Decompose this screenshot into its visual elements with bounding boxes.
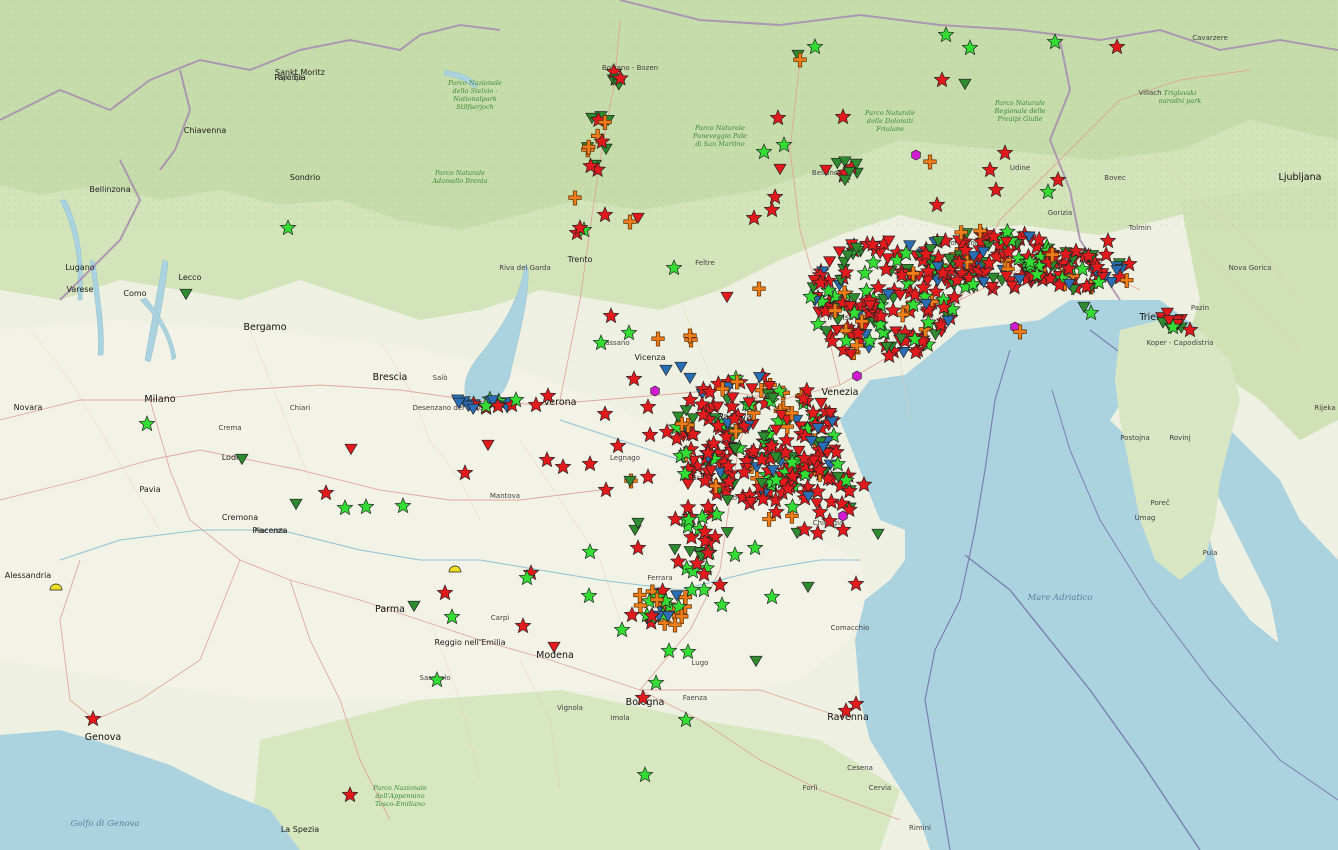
place-label: Bergamo bbox=[243, 322, 286, 333]
place-label: Rimini bbox=[909, 824, 931, 832]
place-label: Pula bbox=[1203, 549, 1218, 557]
park-label: Parco Naturale bbox=[694, 124, 745, 132]
place-label: Modena bbox=[536, 650, 574, 661]
place-label: Villach bbox=[1138, 89, 1161, 97]
place-label: Alessandria bbox=[5, 571, 52, 580]
park-label: narodni park bbox=[1159, 97, 1202, 105]
place-label: Cervia bbox=[869, 784, 891, 792]
park-label: Tosco-Emiliano bbox=[375, 800, 425, 808]
place-label: Sondrio bbox=[290, 173, 321, 182]
place-label: Pavia bbox=[139, 485, 160, 494]
place-label: Forlì bbox=[803, 784, 818, 792]
place-label: Legnago bbox=[610, 454, 640, 462]
place-label: Bellinzona bbox=[89, 185, 130, 194]
map-svg[interactable]: Parc ElaSankt MoritzChiavennaSondrioBell… bbox=[0, 0, 1338, 850]
magenta-hexagon-marker[interactable] bbox=[838, 510, 848, 522]
place-label: Rovinj bbox=[1169, 434, 1190, 442]
place-label: Riva del Garda bbox=[499, 264, 551, 272]
place-label: Milano bbox=[144, 394, 175, 405]
place-label: Trento bbox=[567, 255, 593, 264]
park-label: Parco Naturale bbox=[434, 169, 485, 177]
place-label: Cesena bbox=[847, 764, 873, 772]
park-label: dello Stelvio - bbox=[452, 87, 497, 95]
place-label: Carpi bbox=[491, 614, 509, 622]
park-label: Parco Naturale bbox=[994, 99, 1045, 107]
park-label: Adamello Brenta bbox=[431, 177, 487, 185]
place-label: Poreč bbox=[1150, 499, 1169, 507]
place-label: Vicenza bbox=[634, 353, 665, 362]
place-label: Venezia bbox=[822, 387, 859, 398]
place-label: Genova bbox=[85, 732, 121, 743]
place-label: Parma bbox=[375, 604, 405, 615]
place-label: Comacchio bbox=[831, 624, 870, 632]
place-label: Postojna bbox=[1120, 434, 1150, 442]
place-label: Vignola bbox=[557, 704, 583, 712]
park-label: delle Dolomiti bbox=[867, 117, 913, 125]
place-label: Nova Gorica bbox=[1229, 264, 1272, 272]
place-label: Crema bbox=[218, 424, 241, 432]
place-label: Feltre bbox=[695, 259, 715, 267]
place-label: Ferrara bbox=[647, 574, 672, 582]
park-label: Parco Nazionale bbox=[447, 79, 502, 87]
place-label: Opatija bbox=[277, 74, 302, 82]
sea-label: Mare Adriatico bbox=[1026, 593, 1092, 603]
park-label: Paneveggio Pale bbox=[692, 132, 747, 140]
place-label: Rijeka bbox=[1314, 404, 1335, 412]
place-label: Piacenza bbox=[255, 527, 286, 535]
sea-label: Golfo di Genova bbox=[71, 819, 140, 829]
place-label: Bovec bbox=[1104, 174, 1126, 182]
place-label: Cremona bbox=[222, 513, 258, 522]
place-label: Koper - Capodistria bbox=[1147, 339, 1214, 347]
magenta-hexagon-marker[interactable] bbox=[650, 385, 660, 397]
place-label: Brescia bbox=[373, 372, 408, 383]
place-label: Udine bbox=[1010, 164, 1030, 172]
map-canvas[interactable]: Parc Ela Sankt Moritz Chiavenna Sondrio Bell… bbox=[0, 0, 1338, 850]
place-label: Como bbox=[123, 289, 146, 298]
magenta-hexagon-marker[interactable] bbox=[911, 149, 921, 161]
place-label: Tolmin bbox=[1128, 224, 1152, 232]
place-label: Chiari bbox=[290, 404, 310, 412]
park-label: Regionale delle bbox=[994, 107, 1046, 115]
place-label: Gorizia bbox=[1048, 209, 1072, 217]
park-label: dell'Appennino bbox=[375, 792, 424, 800]
park-label: Stilfserjoch bbox=[456, 103, 494, 111]
magenta-hexagon-marker[interactable] bbox=[852, 370, 862, 382]
place-label: Lecco bbox=[179, 273, 202, 282]
park-label: Parco Nazionale bbox=[372, 784, 427, 792]
place-label: Cavarzere bbox=[1192, 34, 1228, 42]
park-label: Friulane bbox=[875, 125, 904, 133]
place-label: Imola bbox=[610, 714, 629, 722]
park-label: Triglavski bbox=[1164, 89, 1197, 97]
place-label: Mantova bbox=[490, 492, 520, 500]
park-label: Nationalpark bbox=[452, 95, 496, 103]
place-label: Lugo bbox=[692, 659, 709, 667]
park-label: di San Martino bbox=[695, 140, 744, 148]
place-label: Novara bbox=[14, 403, 43, 412]
park-label: Parco Naturale bbox=[864, 109, 915, 117]
park-label: Prealpi Giulie bbox=[996, 115, 1042, 123]
place-label: Ljubljana bbox=[1279, 172, 1322, 183]
place-label: Chiavenna bbox=[184, 126, 227, 135]
place-label: Faenza bbox=[683, 694, 707, 702]
place-label: Umag bbox=[1135, 514, 1156, 522]
place-label: Lugano bbox=[65, 263, 94, 272]
place-label: Varese bbox=[67, 285, 94, 294]
place-label: Reggio nell'Emilia bbox=[435, 638, 506, 647]
place-label: Salò bbox=[433, 374, 448, 382]
place-label: La Spezia bbox=[281, 825, 319, 834]
place-label: Pazin bbox=[1191, 304, 1209, 312]
